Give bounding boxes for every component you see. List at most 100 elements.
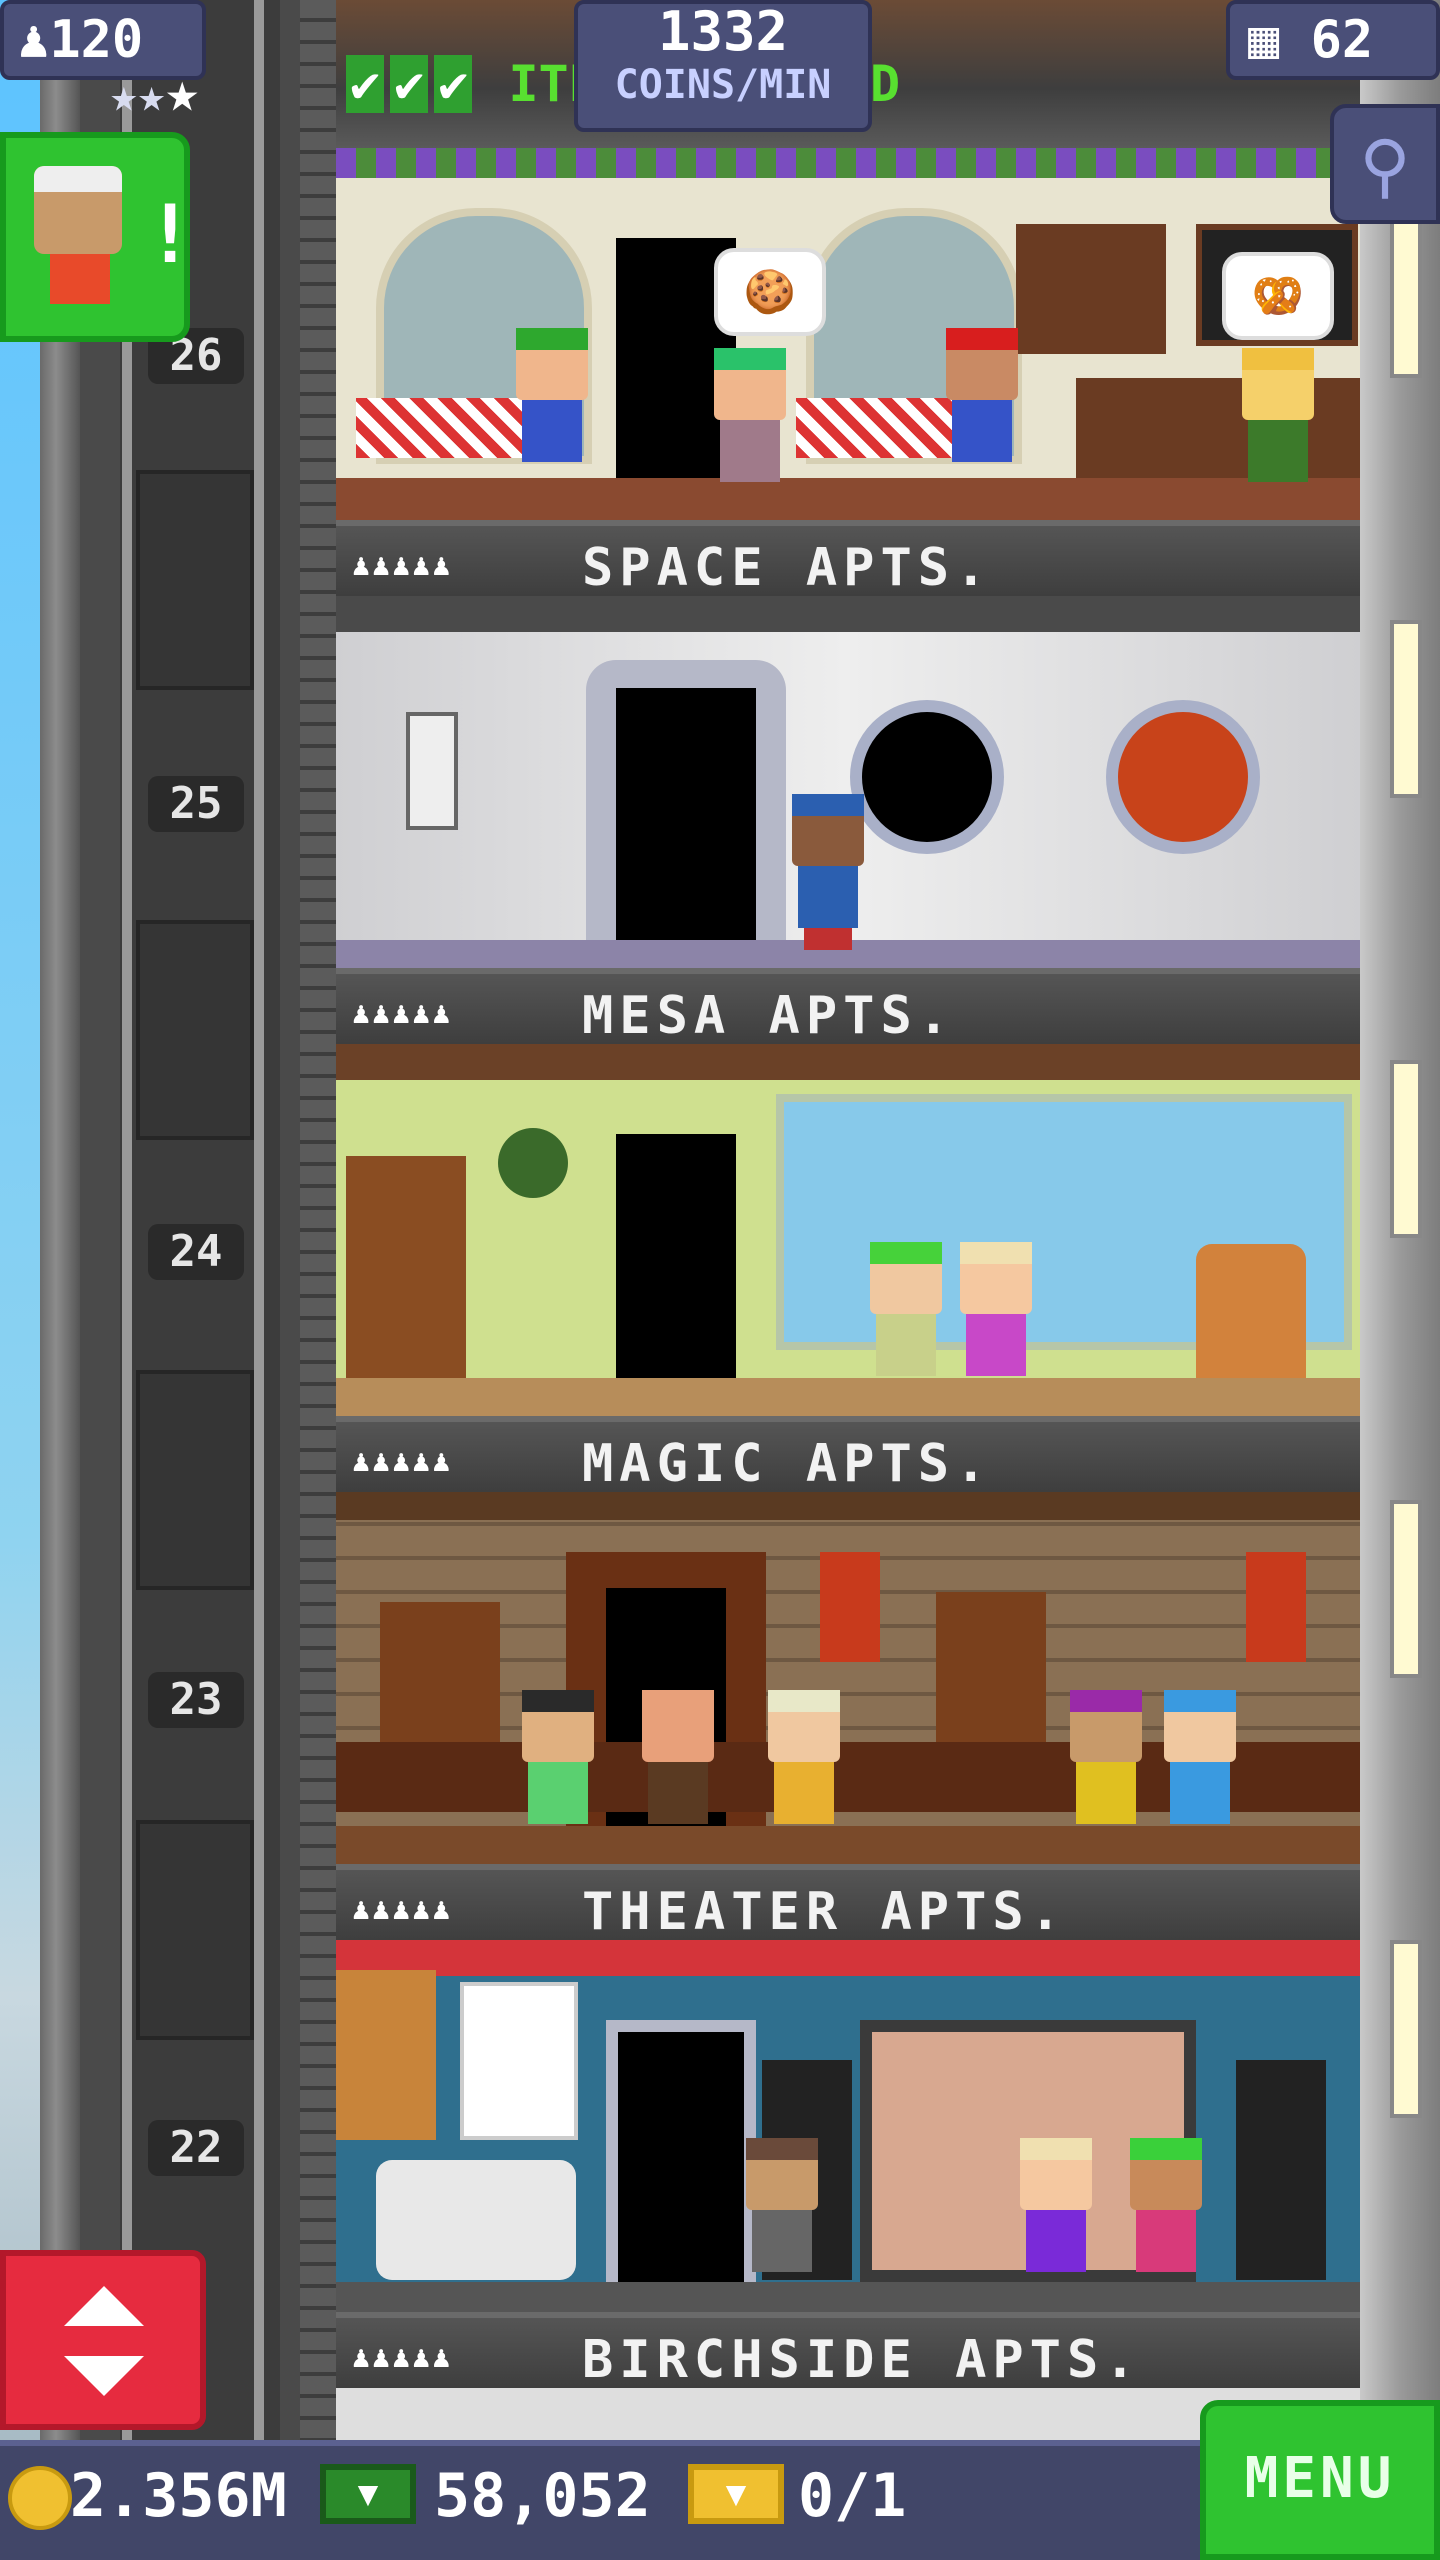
bux-value[interactable]: 58,052 <box>434 2456 651 2536</box>
shaft-panel <box>136 470 254 690</box>
bux-icon: ▼ <box>320 2464 416 2524</box>
bitizen[interactable] <box>1242 348 1314 482</box>
bitizen[interactable] <box>1070 1690 1142 1824</box>
star-rating: ★★★ <box>110 60 290 125</box>
coins-per-minute[interactable]: 1332 COINS/MIN <box>574 0 872 132</box>
ticket-icon: ▼ <box>688 2464 784 2524</box>
floor-23[interactable]: ♟♟♟♟♟ THEATER APTS. <box>336 1492 1360 1942</box>
floor-label-bar: ♟♟♟♟♟ SPACE APTS. <box>336 520 1360 598</box>
coins-per-min-value: 1332 <box>657 0 789 63</box>
shaft-panel <box>136 1370 254 1590</box>
grape-vine <box>336 148 1360 178</box>
door <box>616 1134 736 1386</box>
occupancy-icons: ♟♟♟♟♟ <box>352 996 453 1031</box>
elevator-cable <box>254 0 264 2440</box>
room-magic-library <box>336 1492 1360 1864</box>
bitizen[interactable] <box>1164 1690 1236 1824</box>
arrow-up-icon <box>64 2286 144 2326</box>
floor-number: 25 <box>148 776 244 832</box>
ceiling-beam <box>336 1044 1360 1080</box>
room-theater <box>336 1940 1360 2312</box>
star-icon: ★ <box>137 68 166 122</box>
armchair <box>1196 1244 1306 1386</box>
floor-name: THEATER APTS. <box>582 1882 1067 1942</box>
star-icon: ★ <box>165 60 200 125</box>
floor-22[interactable]: ♟♟♟♟♟ BIRCHSIDE APTS. <box>336 1940 1360 2390</box>
floor-label-bar: ♟♟♟♟♟ MESA APTS. <box>336 968 1360 1046</box>
bar-counter <box>1076 378 1360 488</box>
checkmark-icon: ✔ <box>346 55 385 113</box>
bookshelf <box>380 1602 500 1752</box>
occupancy-icons: ♟♟♟♟♟ <box>352 1444 453 1479</box>
shaft-panel <box>136 920 254 1140</box>
porthole-stars <box>850 700 1004 854</box>
elevator-button[interactable] <box>0 2250 206 2430</box>
menu-label: MENU <box>1244 2446 1396 2511</box>
floor-24[interactable]: ♟♟♟♟♟ MAGIC APTS. <box>336 1044 1360 1494</box>
sky <box>0 0 40 2560</box>
bitizen[interactable] <box>714 348 786 482</box>
floor-name: MESA APTS. <box>582 986 956 1046</box>
tower-window <box>1390 1060 1422 1238</box>
population-icon: ♟ <box>18 10 50 70</box>
poster <box>460 1982 578 2140</box>
bitizen[interactable] <box>516 328 588 462</box>
floor-25[interactable]: ♟♟♟♟♟ MESA APTS. <box>336 596 1360 1046</box>
elevator-cable <box>122 0 132 2440</box>
floor-boards <box>336 1378 1360 1416</box>
avatar-hair <box>34 166 122 192</box>
arrow-down-icon <box>64 2356 144 2396</box>
checkmark-icon: ✔ <box>390 55 429 113</box>
bitizen[interactable] <box>792 794 864 950</box>
floor-name: SPACE APTS. <box>582 538 993 598</box>
pretzel-request-bubble[interactable]: 🥨 <box>1222 252 1334 340</box>
building-icon: ▦ <box>1248 10 1280 70</box>
floor-label-bar: ♟♟♟♟♟ MAGIC APTS. <box>336 1416 1360 1494</box>
bitizen[interactable] <box>1020 2138 1092 2272</box>
bitizen[interactable] <box>768 1690 840 1824</box>
floors-value: 62 <box>1310 10 1374 70</box>
floor-boards <box>336 1826 1360 1864</box>
occupancy-icons: ♟♟♟♟♟ <box>352 2340 453 2375</box>
room-apartment <box>336 1044 1360 1416</box>
floor-boards <box>336 2282 1360 2312</box>
coins-value[interactable]: 2.356M <box>70 2456 287 2536</box>
bitizen[interactable] <box>522 1690 594 1824</box>
bitizen[interactable] <box>870 1242 942 1376</box>
floor-label-bar: ♟♟♟♟♟ BIRCHSIDE APTS. <box>336 2312 1360 2390</box>
control-panel <box>406 712 458 830</box>
banner <box>820 1552 880 1662</box>
porthole-mars <box>1106 700 1260 854</box>
tower-window <box>1390 620 1422 798</box>
floor-26[interactable]: 🍪 🥨 ♟♟♟♟♟ SPACE APTS. <box>336 148 1360 598</box>
coins-per-min-label: COINS/MIN <box>614 62 832 108</box>
menu-button[interactable]: MENU <box>1200 2400 1440 2560</box>
bitizen-avatar <box>34 166 122 254</box>
floors-counter[interactable]: ▦ 62 <box>1226 0 1440 80</box>
floor-name: BIRCHSIDE APTS. <box>582 2330 1142 2390</box>
bitizen-notification-button[interactable]: ! <box>0 132 194 342</box>
occupancy-icons: ♟♟♟♟♟ <box>352 548 453 583</box>
floor-boards <box>336 478 1360 520</box>
tickets-value[interactable]: 0/1 <box>798 2456 906 2536</box>
bitizen[interactable] <box>746 2138 818 2272</box>
bitizen[interactable] <box>642 1690 714 1824</box>
floor-number: 23 <box>148 1672 244 1728</box>
ceiling <box>336 1492 1360 1520</box>
search-button[interactable]: ⚲ <box>1330 104 1440 224</box>
tower-window <box>1390 1940 1422 2118</box>
bitizen[interactable] <box>1130 2138 1202 2272</box>
bitizen[interactable] <box>960 1242 1032 1376</box>
floor-number: 24 <box>148 1224 244 1280</box>
game-screen: 26 25 24 23 22 🍪 🥨 ♟♟♟♟♟ SPACE APTS. ♟♟♟… <box>0 0 1440 2560</box>
ceiling-stripe <box>336 1940 1360 1976</box>
poster <box>336 1970 436 2140</box>
bookshelf <box>346 1156 466 1386</box>
bitizen[interactable] <box>946 328 1018 462</box>
coin-icon <box>8 2466 72 2530</box>
wine-rack <box>1016 224 1166 354</box>
cookie-request-bubble[interactable]: 🍪 <box>714 248 826 336</box>
door <box>616 688 756 942</box>
magnifier-icon: ⚲ <box>1359 125 1411 207</box>
occupancy-icons: ♟♟♟♟♟ <box>352 1892 453 1927</box>
